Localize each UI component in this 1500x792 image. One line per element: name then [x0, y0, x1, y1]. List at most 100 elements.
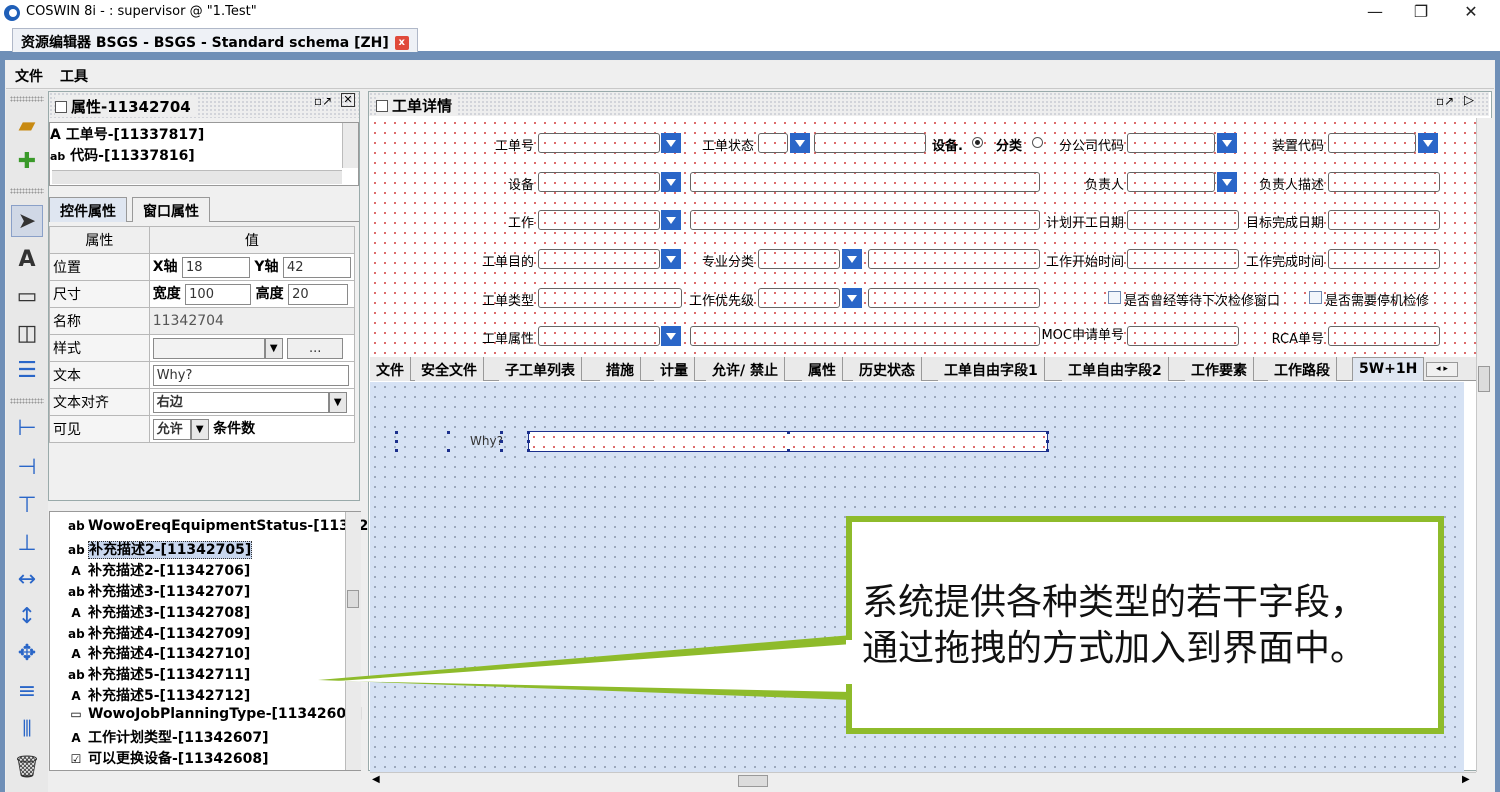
minimize-button[interactable]: — — [1360, 2, 1390, 22]
class-radio[interactable] — [1032, 137, 1043, 148]
plan-start-field[interactable] — [1127, 210, 1239, 230]
moc-field[interactable] — [1127, 326, 1239, 346]
selection-handle[interactable] — [1046, 449, 1049, 452]
tab-control-properties[interactable]: 控件属性 — [49, 197, 127, 222]
frame-tool-icon[interactable]: ◫ — [11, 318, 43, 350]
x-input[interactable]: 18 — [181, 256, 250, 278]
trash-icon[interactable]: 🗑 — [11, 752, 43, 784]
same-height-icon[interactable]: ↕ — [11, 601, 43, 633]
selection-handle[interactable] — [447, 449, 450, 452]
branch-code-field[interactable] — [1127, 133, 1215, 153]
purpose-field[interactable] — [538, 249, 660, 269]
wo-attr-desc-field[interactable] — [690, 326, 1040, 346]
detail-tab[interactable]: 工单自由字段2 — [1062, 357, 1169, 381]
width-input[interactable]: 100 — [185, 283, 252, 305]
chevron-down-icon[interactable]: ▼ — [190, 418, 209, 440]
wo-status-desc-field[interactable] — [814, 133, 926, 153]
detail-tab[interactable]: 子工单列表 — [499, 357, 582, 381]
tree-top-hscrollbar[interactable] — [52, 170, 342, 184]
dropdown-icon[interactable] — [1418, 133, 1438, 153]
panel-close-icon[interactable]: ✕ — [341, 93, 355, 107]
selection-handle[interactable] — [500, 449, 503, 452]
tree-list-item[interactable]: A 补充描述3-[11342708] — [68, 602, 250, 622]
selection-handle[interactable] — [1046, 431, 1049, 434]
align-left-icon[interactable]: ⊢ — [11, 413, 43, 445]
owner-desc-field[interactable] — [1328, 172, 1440, 192]
detail-tab[interactable]: 属性 — [802, 357, 843, 381]
tree-list-item[interactable]: A 补充描述5-[11342712] — [68, 685, 250, 705]
dropdown-icon[interactable] — [1217, 172, 1237, 192]
close-tab-icon[interactable]: x — [394, 36, 409, 50]
owner-field[interactable] — [1127, 172, 1215, 192]
selection-handle[interactable] — [447, 431, 450, 434]
menu-tools[interactable]: 工具 — [60, 66, 88, 86]
selection-handle[interactable] — [395, 449, 398, 452]
align-bottom-icon[interactable]: ⊥ — [11, 528, 43, 560]
selection-handle[interactable] — [787, 431, 790, 434]
visible-select[interactable]: 允许 — [152, 418, 191, 440]
tree-list-item[interactable]: ab 补充描述5-[11342711] — [68, 664, 250, 684]
device-code-field[interactable] — [1328, 133, 1416, 153]
chevron-down-icon[interactable]: ▼ — [328, 391, 347, 413]
need-shutdown-checkbox[interactable] — [1309, 291, 1322, 304]
form-hscroll-thumb[interactable] — [738, 775, 768, 787]
text-input[interactable]: Why? — [152, 364, 349, 386]
wo-type-field[interactable] — [538, 288, 682, 308]
dropdown-icon[interactable] — [842, 288, 862, 308]
tree-list-item[interactable]: ☑ 可以更换设备-[11342608] — [68, 748, 269, 768]
tree-list-item[interactable]: ab WowoEreqEquipmentStatus-[1134287 — [68, 518, 388, 534]
target-finish-field[interactable] — [1328, 210, 1440, 230]
tree-list-item[interactable]: ab 补充描述4-[11342709] — [68, 623, 250, 643]
tree-top-scrollbar[interactable] — [342, 123, 358, 168]
equipment-desc-field[interactable] — [690, 172, 1040, 192]
tree-list-item[interactable]: A 工作计划类型-[11342607] — [68, 727, 268, 747]
specialty-desc-field[interactable] — [868, 249, 1040, 269]
tree-list-item[interactable]: ab 补充描述3-[11342707] — [68, 581, 250, 601]
work-finish-field[interactable] — [1328, 249, 1440, 269]
same-width-icon[interactable]: ↔ — [11, 564, 43, 596]
detail-tab[interactable]: 5W+1H — [1352, 357, 1425, 381]
work-field[interactable] — [538, 210, 660, 230]
select-pointer-icon[interactable]: ➤ — [11, 205, 43, 237]
detail-tab[interactable]: 文件 — [370, 357, 411, 381]
rca-field[interactable] — [1328, 326, 1440, 346]
scroll-right-icon[interactable]: ▶ — [1462, 774, 1470, 785]
selection-handle[interactable] — [527, 449, 530, 452]
form-vertical-scrollbar[interactable] — [1476, 118, 1492, 772]
equipment-radio[interactable] — [972, 137, 983, 148]
equipment-field[interactable] — [538, 172, 660, 192]
open-folder-icon[interactable]: ▰ — [11, 110, 43, 142]
dropdown-icon[interactable] — [661, 249, 681, 269]
plugin-icon[interactable]: ✚ — [11, 146, 43, 178]
selection-handle[interactable] — [395, 431, 398, 434]
restore-button[interactable]: ❐ — [1406, 2, 1436, 22]
work-start-field[interactable] — [1127, 249, 1239, 269]
tree-list-item[interactable]: A 补充描述2-[11342706] — [68, 560, 250, 580]
align-top-icon[interactable]: ⊤ — [11, 490, 43, 522]
scroll-left-icon[interactable]: ◀ — [372, 774, 380, 785]
document-tab[interactable]: 资源编辑器 BSGS - BSGS - Standard schema [ZH]… — [12, 28, 418, 52]
detail-tab[interactable]: 历史状态 — [853, 357, 922, 381]
list-tool-icon[interactable]: ☰ — [11, 355, 43, 387]
tree-list-item[interactable]: A 补充描述4-[11342710] — [68, 643, 250, 663]
selection-handle[interactable] — [787, 449, 790, 452]
detail-tab[interactable]: 措施 — [600, 357, 641, 381]
detail-tab[interactable]: 允许/ 禁止 — [706, 357, 785, 381]
selection-handle[interactable] — [395, 440, 398, 443]
detail-tab[interactable]: 安全文件 — [415, 357, 484, 381]
detail-tab[interactable]: 工作要素 — [1185, 357, 1254, 381]
form-vscroll-thumb[interactable] — [1478, 366, 1490, 392]
center-icon[interactable]: ✥ — [11, 638, 43, 670]
selection-handle[interactable] — [500, 440, 503, 443]
tree-item[interactable]: ab 代码-[11337816] — [50, 145, 195, 165]
selection-handle[interactable] — [527, 440, 530, 443]
why-label[interactable]: Why? — [470, 434, 503, 448]
panel-float-icon[interactable]: ▫↗ — [1436, 94, 1454, 108]
dropdown-icon[interactable] — [661, 326, 681, 346]
tree-item[interactable]: A 工单号-[11337817] — [50, 124, 204, 144]
wait-window-checkbox[interactable] — [1108, 291, 1121, 304]
height-input[interactable]: 20 — [288, 283, 349, 305]
dropdown-icon[interactable] — [1217, 133, 1237, 153]
dropdown-icon[interactable] — [842, 249, 862, 269]
selection-handle[interactable] — [527, 431, 530, 434]
